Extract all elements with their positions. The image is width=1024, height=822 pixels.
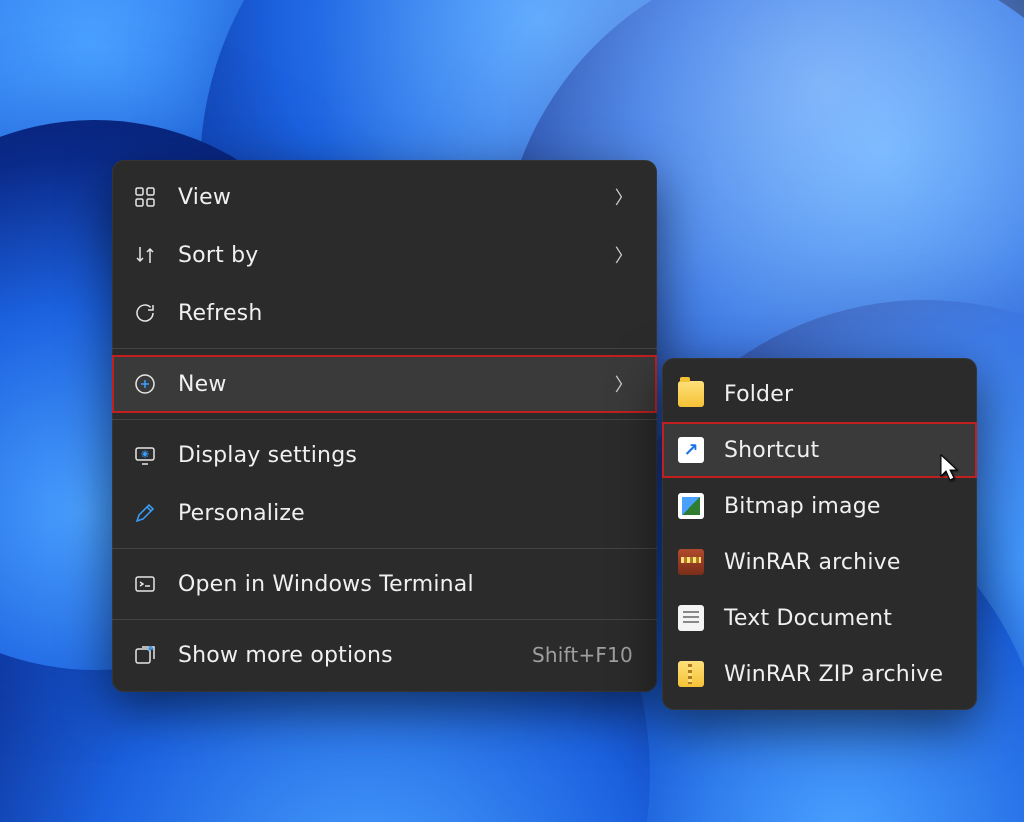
menu-item-more-options[interactable]: Show more options Shift+F10 (112, 626, 657, 684)
menu-label: Open in Windows Terminal (178, 572, 633, 597)
menu-item-sort[interactable]: Sort by 〉 (112, 226, 657, 284)
menu-item-new[interactable]: New 〉 (112, 355, 657, 413)
submenu-item-text[interactable]: Text Document (662, 590, 977, 646)
display-icon (132, 442, 158, 468)
submenu-item-shortcut[interactable]: Shortcut (662, 422, 977, 478)
menu-item-view[interactable]: View 〉 (112, 168, 657, 226)
winrar-icon (678, 549, 704, 575)
menu-item-refresh[interactable]: Refresh (112, 284, 657, 342)
menu-label: WinRAR archive (724, 550, 959, 575)
menu-label: WinRAR ZIP archive (724, 662, 959, 687)
submenu-item-folder[interactable]: Folder (662, 366, 977, 422)
folder-icon (678, 381, 704, 407)
desktop-context-menu: View 〉 Sort by 〉 Refresh New 〉 Display s… (112, 160, 657, 692)
menu-item-display-settings[interactable]: Display settings (112, 426, 657, 484)
menu-label: Shortcut (724, 438, 959, 463)
view-icon (132, 184, 158, 210)
separator (112, 619, 657, 620)
menu-item-terminal[interactable]: Open in Windows Terminal (112, 555, 657, 613)
separator (112, 348, 657, 349)
menu-label: Display settings (178, 443, 633, 468)
menu-label: New (178, 372, 615, 397)
shortcut-icon (678, 437, 704, 463)
new-icon (132, 371, 158, 397)
menu-label: View (178, 185, 615, 210)
terminal-icon (132, 571, 158, 597)
bitmap-icon (678, 493, 704, 519)
zip-icon (678, 661, 704, 687)
chevron-right-icon: 〉 (615, 371, 633, 397)
menu-item-personalize[interactable]: Personalize (112, 484, 657, 542)
submenu-item-bitmap[interactable]: Bitmap image (662, 478, 977, 534)
chevron-right-icon: 〉 (615, 184, 633, 210)
menu-accelerator: Shift+F10 (532, 643, 633, 667)
menu-label: Personalize (178, 501, 633, 526)
menu-label: Refresh (178, 301, 633, 326)
refresh-icon (132, 300, 158, 326)
menu-label: Folder (724, 382, 959, 407)
menu-label: Bitmap image (724, 494, 959, 519)
separator (112, 419, 657, 420)
sort-icon (132, 242, 158, 268)
menu-label: Show more options (178, 643, 532, 668)
menu-label: Text Document (724, 606, 959, 631)
text-icon (678, 605, 704, 631)
menu-label: Sort by (178, 243, 615, 268)
new-submenu: Folder Shortcut Bitmap image WinRAR arch… (662, 358, 977, 710)
separator (112, 548, 657, 549)
submenu-item-winrar[interactable]: WinRAR archive (662, 534, 977, 590)
submenu-item-zip[interactable]: WinRAR ZIP archive (662, 646, 977, 702)
more-icon (132, 642, 158, 668)
chevron-right-icon: 〉 (615, 242, 633, 268)
personalize-icon (132, 500, 158, 526)
